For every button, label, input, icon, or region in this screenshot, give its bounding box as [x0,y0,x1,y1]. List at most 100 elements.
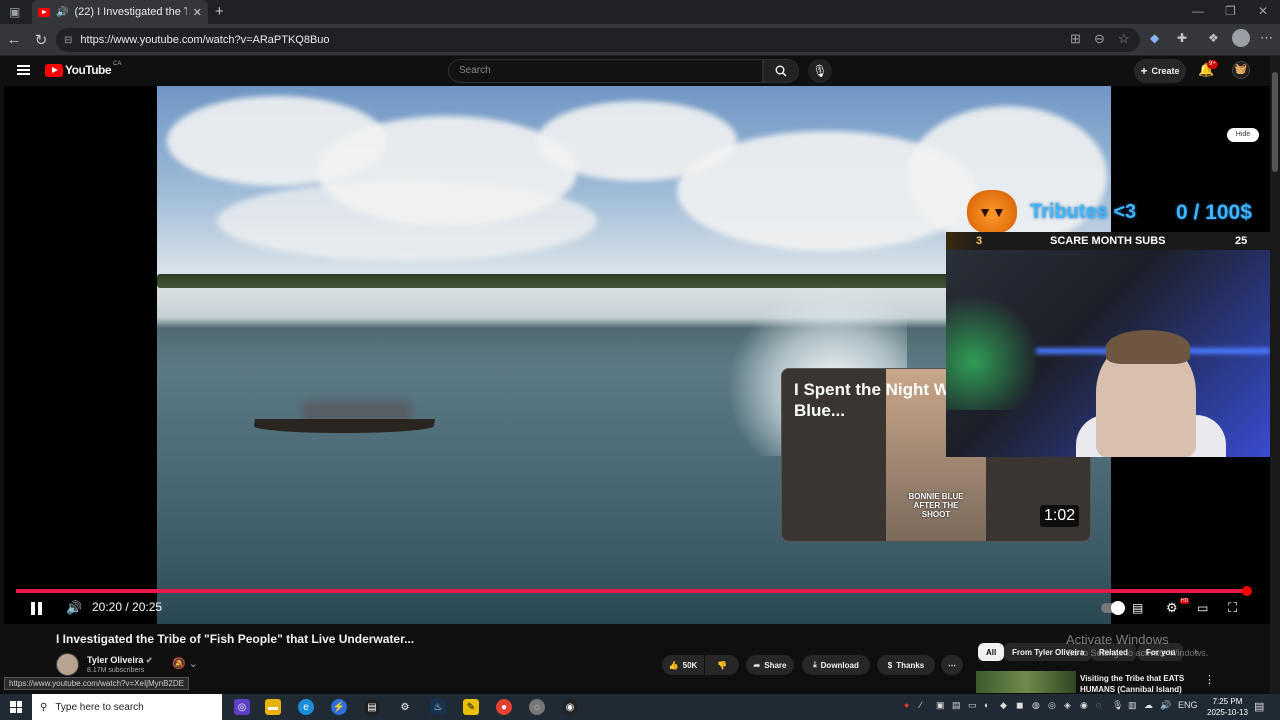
video-player[interactable]: Hide ▼▼ Tributes <3 0 / 100$ 3 SCARE MON… [4,86,1270,624]
close-window-icon[interactable]: ✕ [1258,4,1268,18]
favorite-star-icon[interactable]: ☆ [1118,31,1130,47]
taskbar-clock[interactable]: 7:25 PM 2025-10-13 [1207,696,1248,718]
like-count: 50K [682,660,698,670]
tray-network-icon[interactable]: ▥ [1128,700,1137,711]
windows-start-icon[interactable] [10,701,22,713]
new-tab-icon[interactable]: + [215,3,224,20]
tray-icon-7[interactable]: ◼ [1016,700,1023,711]
tray-icon-6[interactable]: ◆ [1000,700,1007,711]
download-label: Download [820,660,859,670]
app-available-icon[interactable]: ⊞ [1070,31,1081,47]
tray-icon-8[interactable]: ◍ [1032,700,1040,711]
subs-label: SCARE MONTH SUBS [1050,235,1166,247]
record-indicator-icon[interactable]: ● [904,700,909,710]
related-more-icon[interactable]: ⋮ [1204,673,1215,686]
search-input[interactable]: Search [448,59,763,83]
site-info-icon[interactable]: ⊟ [64,35,72,46]
close-tab-icon[interactable]: ✕ [193,6,202,19]
thanks-button[interactable]: $ Thanks [877,655,935,675]
tray-icon-4[interactable]: ▭ [968,700,977,711]
minimize-icon[interactable]: — [1192,4,1204,18]
obs-icon[interactable]: ◉ [562,699,578,715]
volume-icon[interactable]: 🔊 [66,599,82,617]
time-total: 20:25 [132,600,163,614]
tray-icon-2[interactable]: ▣ [936,700,945,711]
tray-cloud-icon[interactable]: ☁ [1144,700,1153,711]
maximize-icon[interactable]: ❐ [1225,4,1236,18]
scrubber-handle[interactable] [1242,586,1252,596]
url-field[interactable]: ⊟ https://www.youtube.com/watch?v=ARaPTK… [56,28,1140,52]
activate-windows-subtitle: Go to Settings to activate Windows. [1066,648,1209,658]
collections-icon[interactable]: ❖ [1208,31,1219,45]
fullscreen-icon[interactable]: ⛶ [1228,599,1237,617]
region-code: CA [113,61,122,67]
tray-icon-3[interactable]: ▤ [952,700,961,711]
steam-icon[interactable]: ♨ [430,699,446,715]
audio-playing-icon[interactable]: 🔊 [56,7,68,18]
app-icon-dark[interactable]: ▤ [364,699,380,715]
edge-browser-icon[interactable]: e [298,699,314,715]
tray-icon-12[interactable]: ◌ [1096,700,1101,710]
channel-name[interactable]: Tyler Oliveira ✔ [87,655,153,665]
notifications-badge: 9+ [1207,60,1218,69]
page-scrollbar[interactable] [1270,56,1280,694]
tab-actions-icon[interactable]: ▣ [9,5,20,19]
pause-button[interactable] [31,599,45,617]
autoplay-toggle[interactable] [1101,601,1125,615]
menu-hamburger-icon[interactable] [17,65,30,75]
voice-search-button[interactable]: 🎙 [808,59,832,83]
tray-icon-5[interactable]: ◐ [984,700,989,710]
time-display: 20:20 / 20:25 [92,600,162,614]
tray-icon-11[interactable]: ◉ [1080,700,1088,711]
thumbs-down-icon: 👎 [717,660,727,670]
chip-all[interactable]: All [978,643,1005,661]
related-video-title[interactable]: Visiting the Tribe that EATS HUMANS (Can… [1080,673,1190,695]
browser-tab[interactable]: 🔊 (22) I Investigated the Tribe ✕ [32,0,208,24]
notes-icon[interactable]: ✎ [463,699,479,715]
youtube-logo[interactable]: YouTube CA [45,61,122,77]
language-indicator[interactable]: ENG [1178,700,1198,710]
back-icon[interactable]: ← [5,31,23,48]
captions-icon[interactable]: ▤ [1132,599,1143,617]
tray-icon-1[interactable]: ⁄ [920,700,922,710]
taskbar-search[interactable]: ⚲ Type here to search [32,694,222,720]
search-icon [775,65,787,77]
extensions-puzzle-icon[interactable]: ✚ [1177,31,1187,45]
youtube-favicon-icon [38,7,50,17]
notifications-center-icon[interactable]: ▤ [1254,700,1264,713]
app-icon-gray[interactable]: ◌ [529,699,545,715]
tray-microphone-icon[interactable]: 🎙 [1112,700,1123,711]
channel-avatar[interactable] [56,653,79,676]
more-menu-icon[interactable]: ⋯ [1260,30,1273,46]
subs-count-right: 25 [1235,235,1248,247]
microphone-icon: 🎙 [812,64,828,78]
tray-icon-10[interactable]: ◈ [1064,700,1071,711]
chrome-icon[interactable]: ● [496,699,512,715]
like-button[interactable]: 👍 50K [662,655,704,675]
tray-icon-9[interactable]: ◎ [1048,700,1056,711]
extension-icon[interactable]: ◆ [1150,31,1159,45]
theater-mode-icon[interactable]: ▭ [1197,599,1208,617]
tab-title: (22) I Investigated the Tribe [74,6,186,18]
create-button[interactable]: + Create [1134,59,1186,83]
profile-avatar-icon[interactable] [1232,29,1250,47]
tray-volume-icon[interactable]: 🔊 [1160,700,1171,711]
account-avatar[interactable]: 🧺 [1232,61,1250,79]
search-button[interactable] [763,59,799,83]
related-video-thumbnail[interactable] [976,671,1076,693]
hide-overlay-button[interactable]: Hide [1227,128,1259,142]
settings-gear-icon[interactable]: ⚙ [1166,599,1178,617]
reload-icon[interactable]: ↻ [32,31,50,49]
copilot-icon[interactable]: ◎ [234,699,250,715]
dislike-button[interactable]: 👎 [705,655,739,675]
share-button[interactable]: ➦ Share [746,655,794,675]
app-icon-blue[interactable]: ⚡ [331,699,347,715]
subscription-bell-icon[interactable]: 🔕 ⌄ [172,657,198,670]
progress-bar[interactable] [16,589,1248,593]
download-button[interactable]: ⤓ Download [802,655,870,675]
file-explorer-icon[interactable]: ▬ [265,699,281,715]
settings-icon[interactable]: ⚙ [397,699,413,715]
zoom-icon[interactable]: ⊖ [1094,31,1105,47]
more-dots-icon: ⋯ [948,660,956,670]
more-actions-button[interactable]: ⋯ [941,655,963,675]
